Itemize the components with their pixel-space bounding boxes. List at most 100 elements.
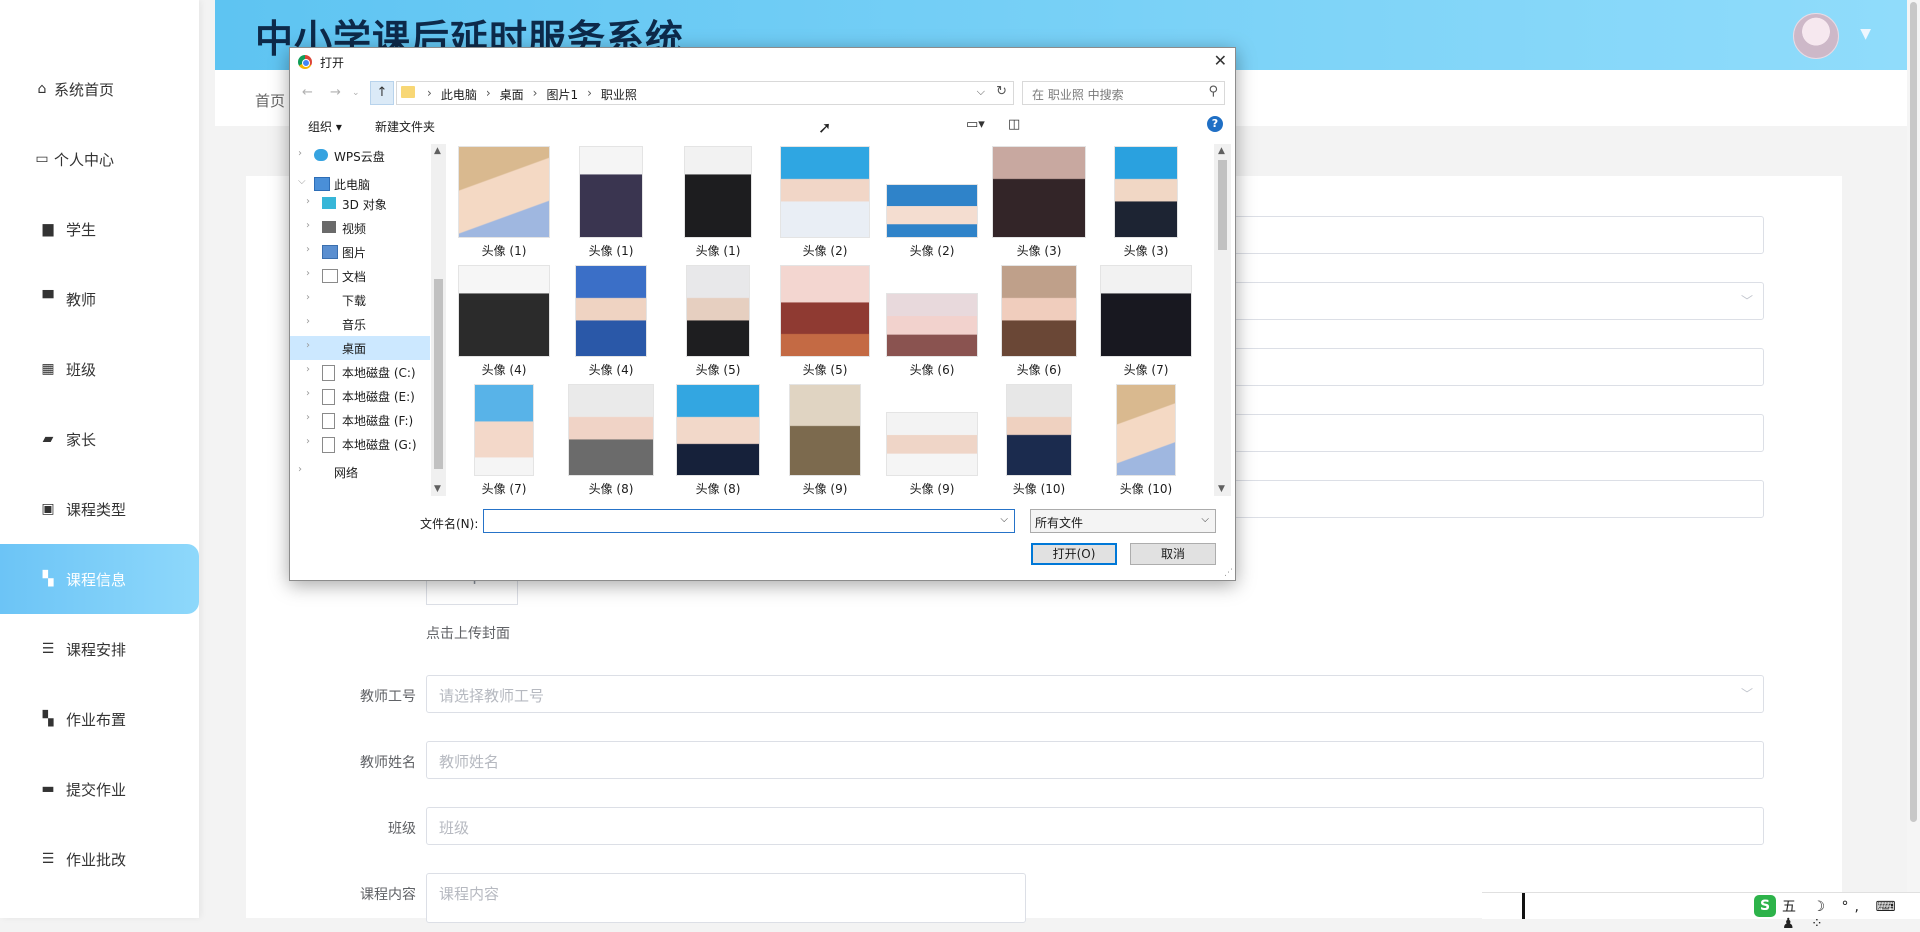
tree-item[interactable]: › WPS云盘	[290, 144, 430, 168]
file-thumbnail[interactable]: 头像 (4)	[559, 263, 663, 379]
chevron-right-icon[interactable]: ›	[306, 196, 310, 207]
chevron-right-icon[interactable]: ›	[306, 388, 310, 399]
path-segment[interactable]: 桌面	[500, 86, 524, 103]
scroll-down-icon[interactable]: ▼	[434, 484, 441, 494]
file-thumbnail[interactable]: 头像 (9)	[880, 382, 984, 496]
sidebar-item[interactable]: ▚ 课程信息	[0, 544, 199, 614]
chevron-right-icon[interactable]: ›	[306, 244, 310, 255]
preview-pane-icon[interactable]: ◫	[1008, 117, 1020, 132]
forward-arrow-icon[interactable]: →	[330, 85, 341, 100]
scroll-up-icon[interactable]: ▲	[1218, 146, 1225, 156]
tree-item[interactable]: › 本地磁盘 (F:)	[290, 408, 430, 432]
path-segment[interactable]: 图片1	[546, 86, 578, 103]
chevron-right-icon[interactable]: ›	[306, 220, 310, 231]
sidebar-item[interactable]: ▰ 家长	[0, 404, 199, 474]
dialog-titlebar[interactable]: 打开 ✕	[290, 48, 1235, 76]
close-icon[interactable]: ✕	[1214, 51, 1227, 70]
filename-input[interactable]: ⌵	[483, 509, 1015, 533]
file-thumbnail[interactable]: 头像 (10)	[987, 382, 1091, 496]
tree-item[interactable]: › 3D 对象	[290, 192, 430, 216]
file-thumbnail[interactable]: 头像 (10)	[1094, 382, 1198, 496]
sidebar-item[interactable]: ▣ 课程类型	[0, 474, 199, 544]
sidebar-item[interactable]: ☰ 作业批改	[0, 824, 199, 894]
recent-chevron-icon[interactable]: ⌄	[352, 88, 360, 98]
filetype-select[interactable]: 所有文件 ⌵	[1030, 509, 1216, 533]
sidebar-item[interactable]: ▚ 作业布置	[0, 684, 199, 754]
file-thumbnail[interactable]: 头像 (8)	[559, 382, 663, 496]
tree-item[interactable]: › 桌面	[290, 336, 430, 360]
breadcrumb-home[interactable]: 首页	[255, 90, 285, 111]
chevron-right-icon[interactable]: ›	[306, 364, 310, 375]
tree-item[interactable]: › 图片	[290, 240, 430, 264]
teacher-id-select[interactable]: 请选择教师工号 ﹀	[426, 675, 1764, 713]
file-thumbnail[interactable]: 头像 (5)	[666, 263, 770, 379]
sidebar-item[interactable]: ▭ 个人中心	[0, 124, 199, 194]
chevron-right-icon[interactable]: ›	[306, 316, 310, 327]
scroll-thumb[interactable]	[1910, 2, 1917, 822]
user-avatar[interactable]	[1793, 13, 1839, 59]
class-input[interactable]: 班级	[426, 807, 1764, 845]
cancel-button[interactable]: 取消	[1130, 543, 1216, 565]
chevron-right-icon[interactable]: ›	[306, 340, 310, 351]
tree-item[interactable]: › 网络	[290, 460, 430, 484]
file-thumbnail[interactable]: 头像 (8)	[666, 382, 770, 496]
chevron-down-icon[interactable]: ⌵	[298, 176, 306, 187]
course-content-textarea[interactable]: 课程内容	[426, 873, 1026, 923]
chevron-right-icon[interactable]: ›	[298, 464, 302, 475]
file-thumbnail[interactable]: 头像 (3)	[1094, 144, 1198, 260]
caret-down-icon[interactable]: ▼	[1860, 26, 1871, 42]
sidebar-item[interactable]: ▬ 提交作业	[0, 754, 199, 824]
tree-item[interactable]: › 下载	[290, 288, 430, 312]
scroll-thumb[interactable]	[434, 279, 443, 469]
file-thumbnail[interactable]: 头像 (4)	[452, 263, 556, 379]
file-thumbnail[interactable]: 头像 (6)	[987, 263, 1091, 379]
refresh-icon[interactable]: ↻	[996, 84, 1007, 99]
sogou-logo-icon[interactable]: S	[1754, 895, 1776, 917]
sidebar-item[interactable]: ▀ 教师	[0, 264, 199, 334]
back-arrow-icon[interactable]: ←	[302, 85, 313, 100]
file-thumbnail[interactable]: 头像 (9)	[773, 382, 877, 496]
search-box[interactable]: 在 职业照 中搜索 ⚲	[1022, 81, 1225, 105]
new-folder-button[interactable]: 新建文件夹	[375, 118, 435, 135]
file-thumbnail[interactable]: 头像 (5)	[773, 263, 877, 379]
file-thumbnail[interactable]: 头像 (7)	[452, 382, 556, 496]
scroll-down-icon[interactable]: ▼	[1218, 484, 1225, 494]
tree-item[interactable]: › 本地磁盘 (G:)	[290, 432, 430, 456]
sidebar-item[interactable]: ⌂ 系统首页	[0, 54, 199, 124]
resize-grip-icon[interactable]: ⋰	[1224, 568, 1233, 578]
file-thumbnail[interactable]: 头像 (2)	[880, 144, 984, 260]
ime-status-icons[interactable]: 五 ☽ °, ⌨ ♟ ⁘	[1782, 896, 1920, 932]
open-button[interactable]: 打开(O)	[1031, 543, 1117, 565]
sidebar-item[interactable]: ▆ 学生	[0, 194, 199, 264]
scroll-up-icon[interactable]: ▲	[434, 146, 441, 156]
chevron-right-icon[interactable]: ›	[298, 148, 302, 159]
view-options-icon[interactable]: ▭▾	[966, 117, 985, 132]
help-icon[interactable]: ?	[1207, 116, 1223, 132]
tree-scrollbar[interactable]: ▲ ▼	[431, 144, 446, 496]
chevron-right-icon[interactable]: ›	[306, 268, 310, 279]
page-scrollbar[interactable]	[1907, 0, 1920, 918]
file-thumbnail[interactable]: 头像 (6)	[880, 263, 984, 379]
teacher-name-input[interactable]: 教师姓名	[426, 741, 1764, 779]
file-thumbnail[interactable]: 头像 (2)	[773, 144, 877, 260]
path-segment[interactable]: 此电脑	[441, 86, 477, 103]
chevron-down-icon[interactable]: ⌵	[977, 85, 985, 99]
chevron-down-icon[interactable]: ⌵	[1000, 514, 1008, 525]
tree-item[interactable]: › 音乐	[290, 312, 430, 336]
chevron-right-icon[interactable]: ›	[306, 412, 310, 423]
sidebar-item[interactable]: ▦ 班级	[0, 334, 199, 404]
file-thumbnail[interactable]: 头像 (1)	[452, 144, 556, 260]
file-thumbnail[interactable]: 头像 (1)	[559, 144, 663, 260]
tree-item[interactable]: › 本地磁盘 (C:)	[290, 360, 430, 384]
chevron-right-icon[interactable]: ›	[306, 292, 310, 303]
sidebar-item[interactable]: ☰ 课程安排	[0, 614, 199, 684]
scroll-thumb[interactable]	[1218, 160, 1227, 250]
tree-item[interactable]: › 视频	[290, 216, 430, 240]
tree-item[interactable]: › 文档	[290, 264, 430, 288]
chevron-right-icon[interactable]: ›	[306, 436, 310, 447]
file-thumbnail[interactable]: 头像 (3)	[987, 144, 1091, 260]
file-grid-scrollbar[interactable]: ▲ ▼	[1214, 144, 1231, 496]
organize-button[interactable]: 组织 ▾	[308, 118, 342, 135]
up-arrow-icon[interactable]: ↑	[370, 81, 394, 105]
address-bar[interactable]: › 此电脑 › 桌面 › 图片1 › 职业照 ⌵ ↻	[396, 81, 1014, 105]
